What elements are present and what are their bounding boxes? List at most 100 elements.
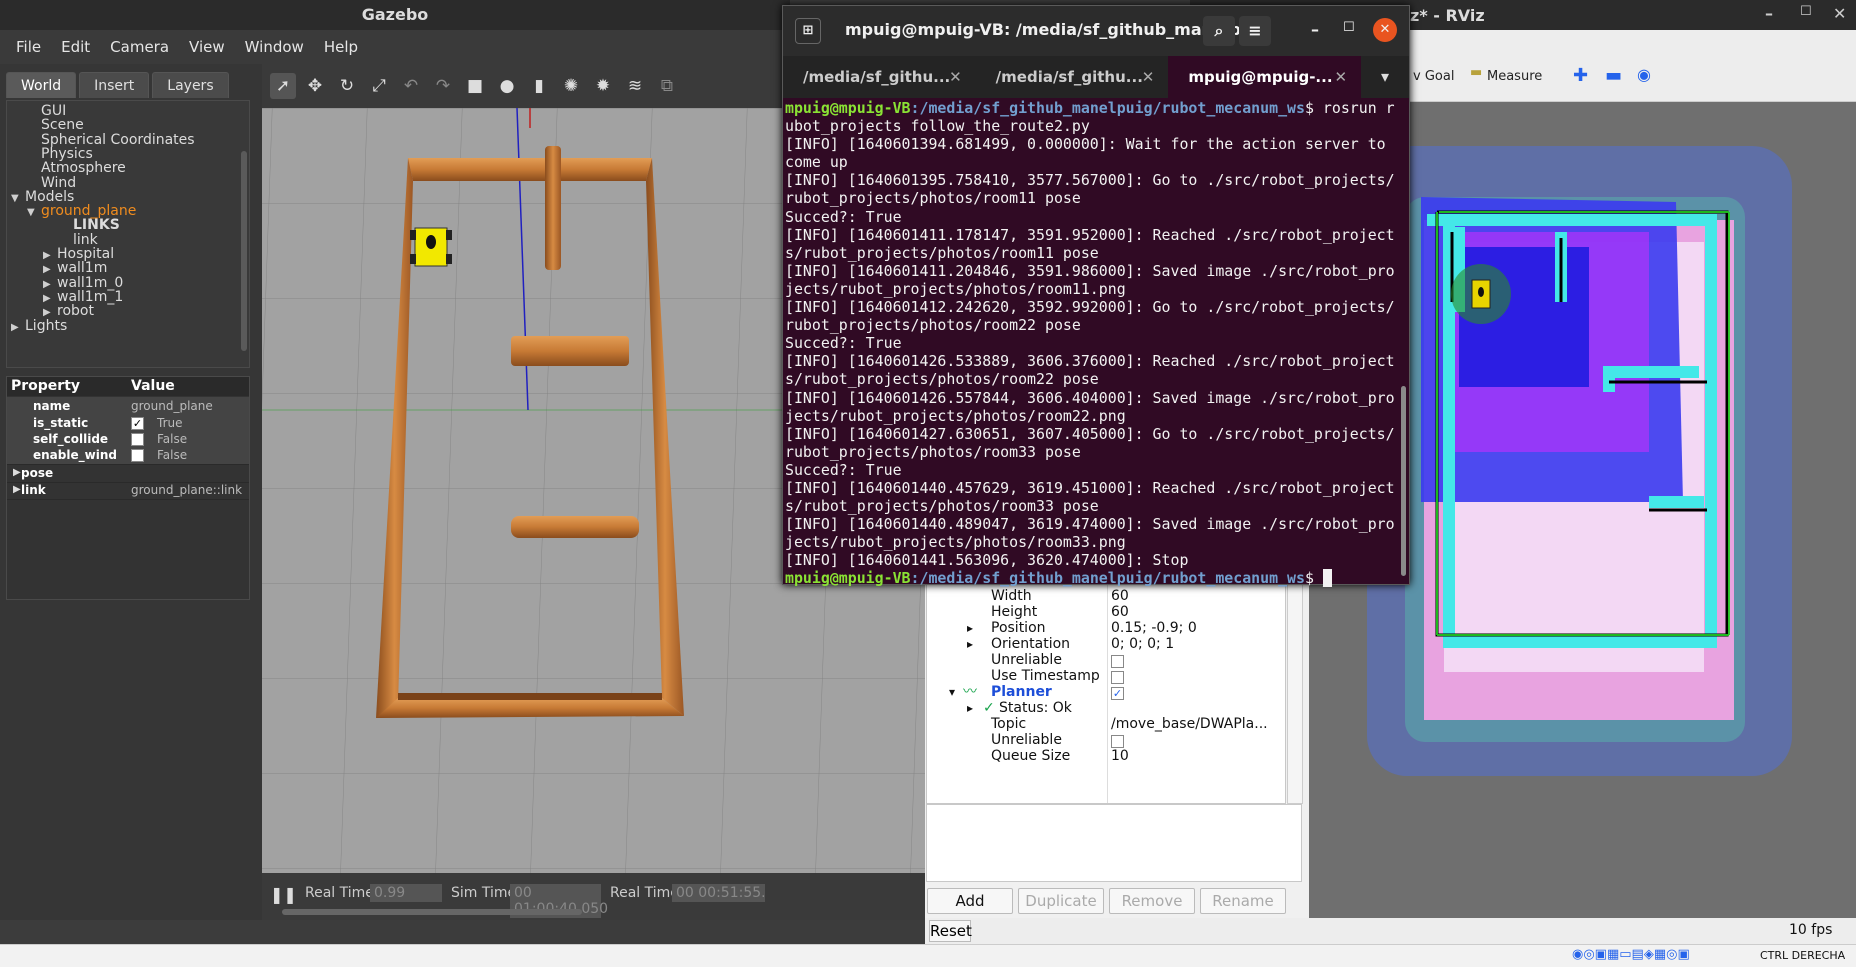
expand-arrow-icon[interactable]: ▶: [13, 464, 21, 482]
property-value: ground_plane: [131, 399, 213, 413]
spot-light-icon[interactable]: ✹: [590, 73, 616, 99]
tabs-dropdown-icon[interactable]: ▾: [1361, 56, 1409, 98]
keyboard-indicator: CTRL DERECHA: [1760, 949, 1846, 962]
tree-scrollbar[interactable]: [241, 151, 247, 351]
final-prompt-user: mpuig@mpuig-VB: [785, 569, 911, 588]
property-row[interactable]: enable_wind False: [7, 446, 249, 465]
close-icon[interactable]: ✕: [1373, 18, 1397, 42]
expand-arrow-icon[interactable]: ▶: [11, 319, 25, 336]
menu-camera[interactable]: Camera: [100, 30, 179, 64]
tree-item-label: Lights: [25, 317, 68, 334]
minimize-icon[interactable]: –: [1311, 20, 1319, 39]
translate-mode-icon[interactable]: ✥: [302, 73, 328, 99]
close-icon[interactable]: ✕: [1833, 4, 1846, 23]
directional-light-icon[interactable]: ≋: [622, 73, 648, 99]
final-prompt-suffix: $: [1304, 569, 1323, 588]
terminal-tab-3-label: mpuig@mpuig-...: [1188, 68, 1333, 86]
terminal-scrollbar[interactable]: [1401, 386, 1406, 576]
menu-help[interactable]: Help: [314, 30, 368, 64]
tree-item[interactable]: ▶ Lights: [11, 318, 67, 335]
close-tab-icon[interactable]: ✕: [949, 56, 962, 98]
tab-layers[interactable]: Layers: [152, 72, 229, 98]
display-property-row[interactable]: Queue Size 10: [927, 747, 1285, 766]
minimize-icon[interactable]: –: [1765, 4, 1773, 23]
robot-model[interactable]: [410, 227, 452, 267]
terminal-tab-3[interactable]: mpuig@mpuig-... ✕: [1168, 56, 1362, 98]
maximize-icon[interactable]: ☐: [1343, 20, 1355, 35]
expand-arrow-icon[interactable]: ▼: [11, 190, 25, 207]
property-checkbox[interactable]: [131, 433, 144, 446]
final-prompt-path: :/media/sf_github_manelpuig/rubot_mecanu…: [910, 569, 1305, 588]
rename-button[interactable]: Rename: [1200, 888, 1286, 914]
reset-button[interactable]: Reset: [929, 920, 972, 942]
property-key: pose: [21, 466, 54, 480]
measure-tool[interactable]: Measure: [1487, 69, 1542, 84]
add-button[interactable]: Add: [927, 888, 1013, 914]
property-key: enable_wind: [33, 448, 117, 462]
menu-icon[interactable]: ≡: [1239, 16, 1271, 46]
wall1m[interactable]: [545, 146, 561, 270]
expand-arrow-icon[interactable]: ▼: [27, 204, 41, 221]
wall1m-0[interactable]: [511, 336, 629, 366]
maximize-icon[interactable]: ☐: [1800, 4, 1812, 19]
rotate-mode-icon[interactable]: ↻: [334, 73, 360, 99]
nav-goal-tool[interactable]: v Goal: [1413, 69, 1454, 84]
redo-icon[interactable]: ↷: [430, 73, 456, 99]
wall1m-1[interactable]: [511, 516, 639, 538]
world-tree: GUI Scene Spherical Coordinates Physics Atmo…: [6, 100, 250, 368]
tab-insert[interactable]: Insert: [79, 72, 150, 98]
terminal-window: ⊞ mpuig@mpuig-VB: /media/sf_github_manel…: [782, 5, 1410, 588]
taskbar: ◉◎▣▦▭▤◈▦◎▣ CTRL DERECHA: [0, 944, 1856, 967]
menu-window[interactable]: Window: [235, 30, 314, 64]
add-tool-icon[interactable]: ✚: [1573, 65, 1588, 86]
property-description: [926, 804, 1302, 882]
property-header: Property Value: [7, 377, 249, 396]
undo-icon[interactable]: ↶: [398, 73, 424, 99]
terminal-output[interactable]: mpuig@mpuig-VB:/media/sf_github_manelpui…: [785, 99, 1395, 588]
scale-mode-icon[interactable]: ⤢: [366, 73, 392, 99]
display-property-value: 10: [1111, 748, 1129, 764]
new-tab-icon[interactable]: ⊞: [795, 18, 821, 44]
close-tab-icon[interactable]: ✕: [1334, 56, 1347, 98]
property-table: Property Value name ground_plane is_static…: [6, 376, 250, 600]
menu-edit[interactable]: Edit: [51, 30, 100, 64]
select-mode-icon[interactable]: ➚: [270, 73, 296, 99]
remove-button[interactable]: Remove: [1109, 888, 1195, 914]
rviz-robot-marker: [1451, 264, 1511, 324]
property-row[interactable]: ▶ link ground_plane::link: [7, 481, 249, 500]
duplicate-button[interactable]: Duplicate: [1018, 888, 1104, 914]
command-output: [INFO] [1640601394.681499, 0.000000]: Wa…: [785, 135, 1395, 570]
property-col-header: Property: [11, 378, 81, 394]
eye-icon[interactable]: ◉: [1637, 65, 1651, 84]
point-light-icon[interactable]: ✺: [558, 73, 584, 99]
property-checkbox[interactable]: ✓: [131, 417, 144, 430]
pause-icon[interactable]: ❚❚: [270, 885, 297, 904]
property-value: ground_plane::link: [131, 483, 243, 497]
property-checkbox[interactable]: [131, 449, 144, 462]
tab-world[interactable]: World: [6, 72, 77, 98]
expand-arrow-icon[interactable]: ▶: [13, 481, 21, 499]
terminal-tab-2[interactable]: /media/sf_githu... ✕: [976, 56, 1169, 98]
measure-icon: ▬: [1470, 65, 1483, 80]
box-shape-icon[interactable]: ■: [462, 73, 488, 99]
search-icon[interactable]: ⌕: [1203, 16, 1235, 46]
menu-view[interactable]: View: [179, 30, 235, 64]
terminal-title: mpuig@mpuig-VB: /media/sf_github_manelp.…: [845, 20, 1260, 39]
gazebo-title: Gazebo: [361, 5, 429, 24]
property-key: link: [21, 483, 46, 497]
horizontal-scrollbar[interactable]: [282, 909, 582, 915]
displays-scrollbar[interactable]: [1287, 574, 1303, 804]
menu-file[interactable]: File: [6, 30, 51, 64]
display-property-key: Queue Size: [991, 748, 1071, 764]
rviz-status-bar: Reset 10 fps: [925, 918, 1856, 944]
remove-tool-icon[interactable]: ▬: [1605, 65, 1622, 86]
terminal-tabs: /media/sf_githu... ✕ /media/sf_githu... ✕ …: [783, 56, 1409, 98]
close-tab-icon[interactable]: ✕: [1142, 56, 1155, 98]
copy-icon[interactable]: ⧉: [654, 73, 680, 99]
prompt-path: :/media/sf_github_manelpuig/rubot_mecanu…: [910, 99, 1305, 117]
sphere-shape-icon[interactable]: ●: [494, 73, 520, 99]
gazebo-status-bar: ❚❚ Real Time Factor: 0.99 Sim Time: 00 0…: [262, 873, 925, 920]
terminal-tab-1-label: /media/sf_githu...: [803, 68, 951, 86]
terminal-tab-1[interactable]: /media/sf_githu... ✕: [783, 56, 976, 98]
cylinder-shape-icon[interactable]: ▮: [526, 73, 552, 99]
